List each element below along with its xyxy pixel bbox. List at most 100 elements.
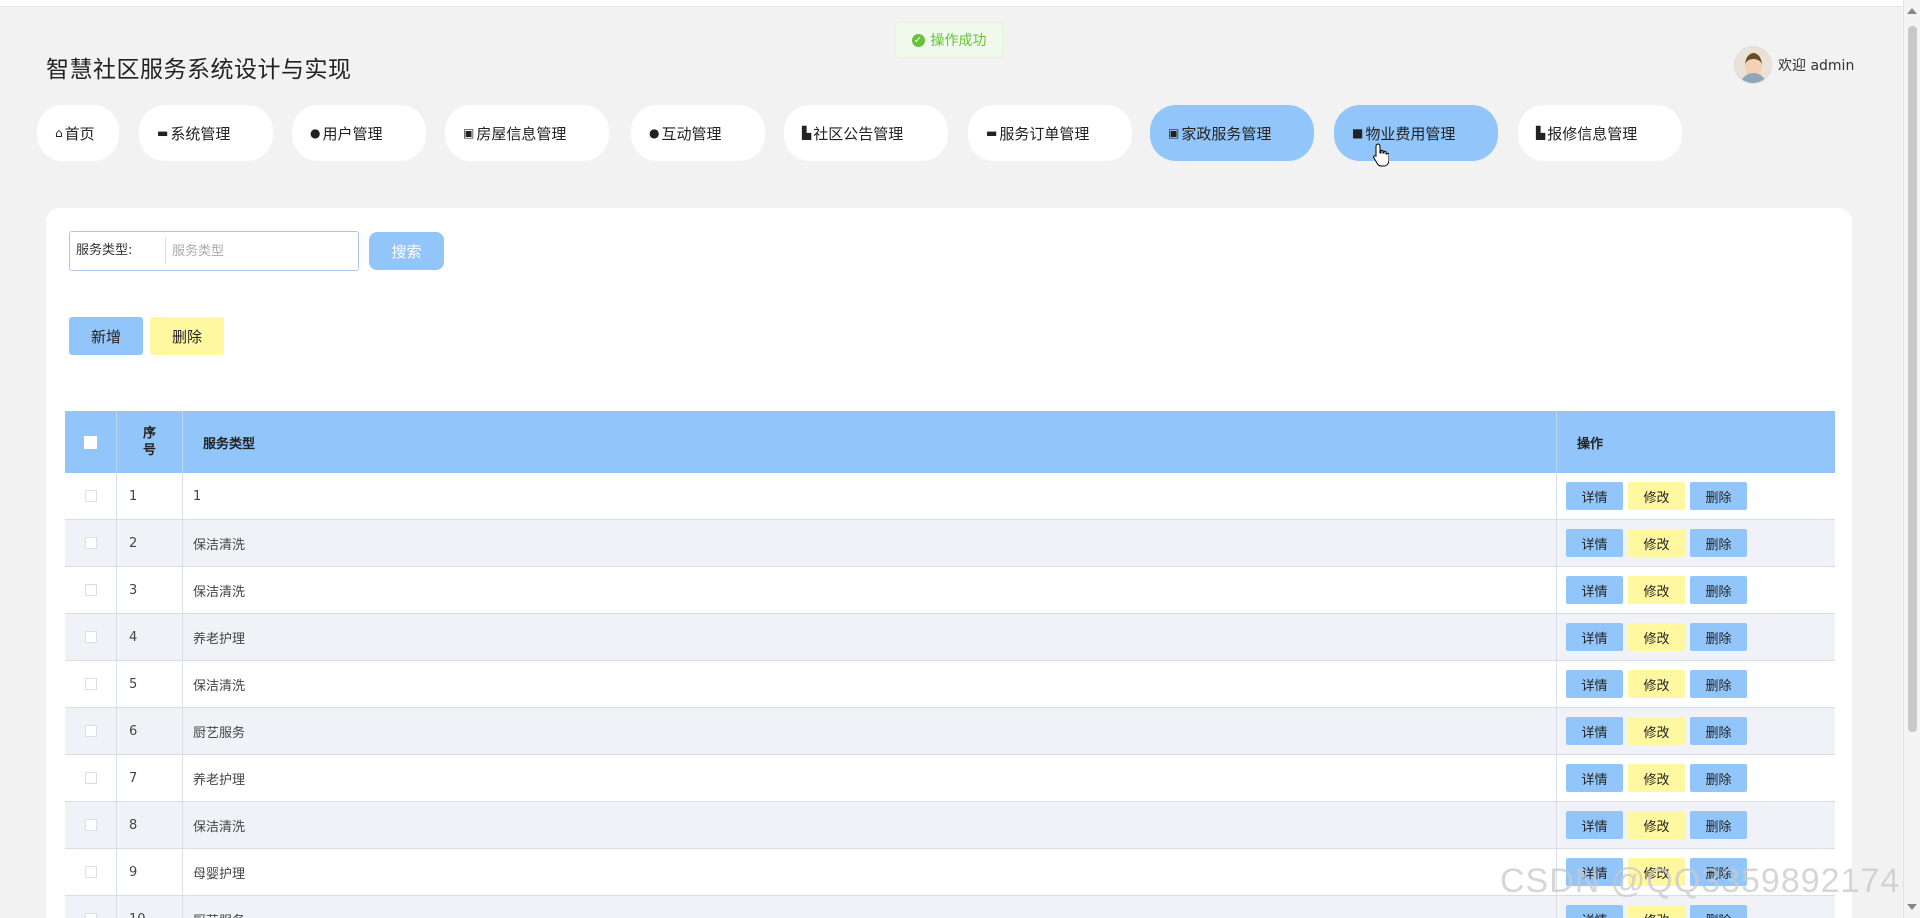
delete-button[interactable]: 删除 (1690, 529, 1747, 557)
service-type-input[interactable] (166, 243, 346, 259)
row-seq: 5 (117, 661, 183, 707)
nav-item-announcements[interactable]: ▙ 社区公告管理 (784, 105, 948, 161)
vertical-scrollbar[interactable] (1903, 0, 1920, 918)
detail-button[interactable]: 详情 (1566, 764, 1623, 792)
nav-label: 首页 (64, 124, 95, 143)
row-checkbox[interactable] (65, 849, 117, 895)
table-body: 1 1 详情 修改 删除 2 保洁清洗 详情 修改 删除 3 保洁清洗 详情 修改 删除 4 养老护理 详情 修改删… (65, 473, 1835, 918)
detail-button[interactable]: 详情 (1566, 811, 1623, 839)
row-seq: 3 (117, 567, 183, 613)
order-icon: ▬ (986, 126, 998, 140)
edit-button[interactable]: 修改 (1628, 905, 1685, 918)
delete-button[interactable]: 删除 (1690, 905, 1747, 918)
detail-button[interactable]: 详情 (1566, 905, 1623, 918)
hand-cursor-icon (1373, 143, 1389, 167)
row-checkbox[interactable] (65, 567, 117, 613)
welcome-text: 欢迎 admin (1778, 58, 1855, 74)
nav-item-repairs[interactable]: ▙ 报修信息管理 (1518, 105, 1682, 161)
edit-button[interactable]: 修改 (1628, 670, 1685, 698)
edit-button[interactable]: 修改 (1628, 529, 1685, 557)
nav-item-service-orders[interactable]: ▬ 服务订单管理 (968, 105, 1132, 161)
delete-button[interactable]: 删除 (1690, 576, 1747, 604)
avatar[interactable] (1734, 46, 1772, 84)
row-actions: 详情修改删除 (1557, 755, 1835, 801)
batch-delete-button[interactable]: 删除 (150, 317, 224, 355)
row-seq: 2 (117, 520, 183, 566)
row-seq: 6 (117, 708, 183, 754)
row-checkbox[interactable] (65, 896, 117, 918)
table-row: 3 保洁清洗 详情 修改 删除 (65, 567, 1835, 614)
header-service-type: 服务类型 (183, 411, 1557, 473)
delete-button[interactable]: 删除 (1690, 670, 1747, 698)
detail-button[interactable]: 详情 (1566, 482, 1623, 510)
nav-item-system[interactable]: ▬ 系统管理 (139, 105, 273, 161)
detail-button[interactable]: 详情 (1566, 670, 1623, 698)
edit-button[interactable]: 修改 (1628, 623, 1685, 651)
scroll-up-arrow-icon[interactable] (1907, 8, 1917, 14)
check-circle-icon: ✓ (911, 33, 925, 47)
delete-button[interactable]: 删除 (1690, 811, 1747, 839)
add-button[interactable]: 新增 (69, 317, 143, 355)
row-service-type: 养老护理 (183, 614, 1557, 660)
edit-button[interactable]: 修改 (1628, 811, 1685, 839)
home-icon: ⌂ (55, 126, 63, 140)
delete-button[interactable]: 删除 (1690, 717, 1747, 745)
row-service-type: 保洁清洗 (183, 802, 1557, 848)
edit-button[interactable]: 修改 (1628, 764, 1685, 792)
detail-button[interactable]: 详情 (1566, 623, 1623, 651)
detail-button[interactable]: 详情 (1566, 529, 1623, 557)
edit-button[interactable]: 修改 (1628, 576, 1685, 604)
nav-label: 房屋信息管理 (476, 124, 567, 143)
table-row: 2 保洁清洗 详情 修改 删除 (65, 520, 1835, 567)
table-row: 4 养老护理 详情 修改 删除 (65, 614, 1835, 661)
select-all-checkbox[interactable] (65, 411, 117, 473)
row-seq: 10 (117, 896, 183, 918)
row-seq: 4 (117, 614, 183, 660)
scroll-thumb[interactable] (1908, 26, 1917, 732)
nav-item-users[interactable]: ● 用户管理 (292, 105, 426, 161)
service-type-table: 序号 服务类型 操作 1 1 详情 修改 删除 2 保洁清洗 详情 修改 删除 3 保洁清洗 详情 修改删… (65, 411, 1835, 918)
row-actions: 详情修改删除 (1557, 473, 1835, 519)
scroll-down-arrow-icon[interactable] (1907, 904, 1917, 910)
search-button[interactable]: 搜索 (369, 232, 444, 270)
delete-button[interactable]: 删除 (1690, 482, 1747, 510)
delete-button[interactable]: 删除 (1690, 623, 1747, 651)
fee-icon: ■ (1352, 126, 1364, 140)
nav-item-interaction[interactable]: ● 互动管理 (631, 105, 765, 161)
user-icon: ● (310, 126, 321, 140)
nav-item-housekeeping[interactable]: ▣ 家政服务管理 (1150, 105, 1314, 161)
detail-button[interactable]: 详情 (1566, 576, 1623, 604)
nav-item-home[interactable]: ⌂ 首页 (37, 105, 119, 161)
row-service-type: 厨艺服务 (183, 708, 1557, 754)
detail-button[interactable]: 详情 (1566, 717, 1623, 745)
row-service-type: 养老护理 (183, 755, 1557, 801)
user-menu[interactable]: 欢迎 admin (1734, 46, 1854, 84)
app-title: 智慧社区服务系统设计与实现 (46, 57, 352, 83)
edit-button[interactable]: 修改 (1628, 482, 1685, 510)
nav-label: 物业费用管理 (1365, 124, 1456, 143)
row-checkbox[interactable] (65, 614, 117, 660)
drop-icon: ● (649, 126, 660, 140)
row-checkbox[interactable] (65, 520, 117, 566)
table-row: 8 保洁清洗 详情 修改 删除 (65, 802, 1835, 849)
nav-label: 社区公告管理 (813, 124, 904, 143)
housekeeping-icon: ▣ (1168, 126, 1180, 140)
building-icon: ▙ (802, 126, 812, 140)
row-actions: 详情修改删除 (1557, 708, 1835, 754)
search-label: 服务类型: (70, 238, 166, 264)
row-actions: 详情修改删除 (1557, 567, 1835, 613)
row-actions: 详情修改删除 (1557, 802, 1835, 848)
edit-button[interactable]: 修改 (1628, 717, 1685, 745)
row-seq: 8 (117, 802, 183, 848)
nav-item-property-fees[interactable]: ■ 物业费用管理 (1334, 105, 1498, 161)
system-icon: ▬ (157, 126, 169, 140)
row-checkbox[interactable] (65, 755, 117, 801)
nav-item-housing[interactable]: ▣ 房屋信息管理 (445, 105, 609, 161)
row-checkbox[interactable] (65, 473, 117, 519)
row-checkbox[interactable] (65, 708, 117, 754)
row-checkbox[interactable] (65, 802, 117, 848)
row-checkbox[interactable] (65, 661, 117, 707)
table-row: 7 养老护理 详情 修改 删除 (65, 755, 1835, 802)
nav-label: 用户管理 (322, 124, 383, 143)
delete-button[interactable]: 删除 (1690, 764, 1747, 792)
